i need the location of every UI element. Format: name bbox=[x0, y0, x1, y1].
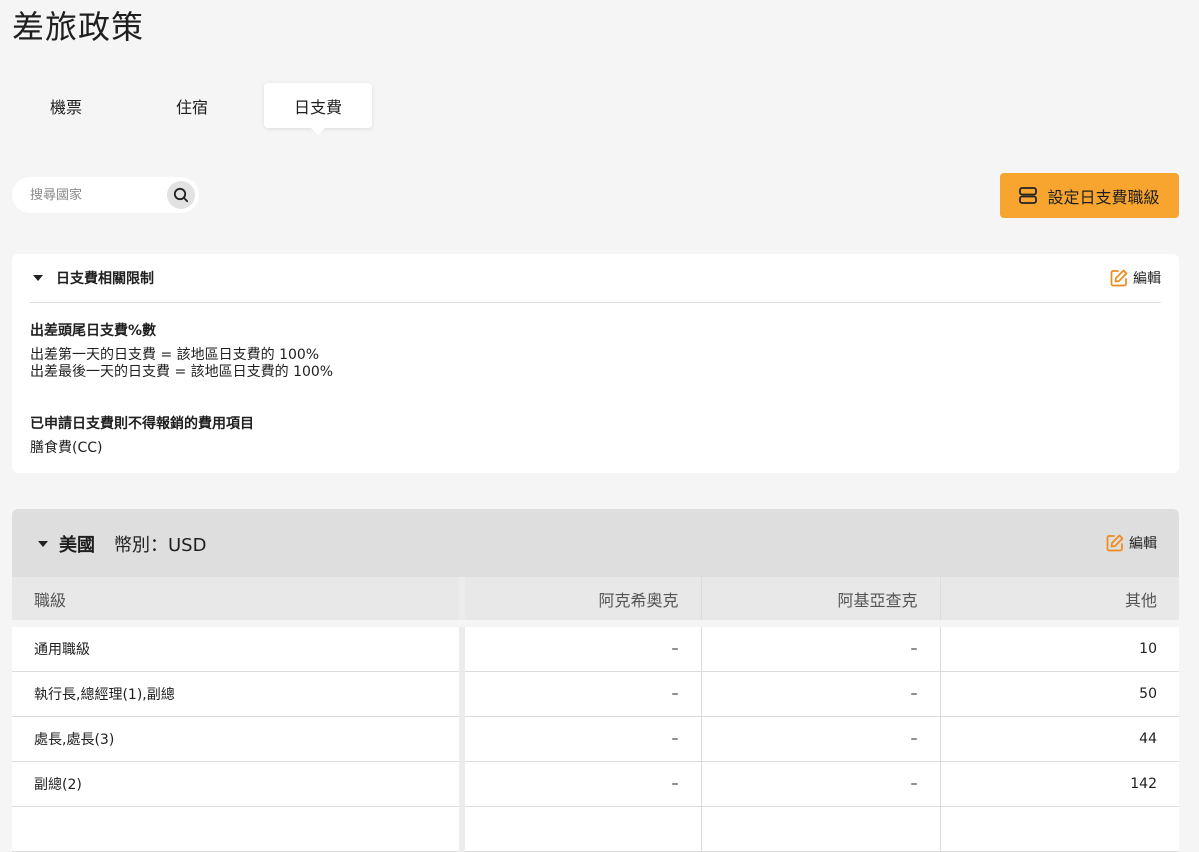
table-header-row: 職級 阿克希奧克 阿基亞查克 其他 bbox=[12, 577, 1179, 620]
per-diem-table: 職級 阿克希奧克 阿基亞查克 其他 通用職級 – – 10 執行長,總經理(1)… bbox=[12, 577, 1179, 852]
edit-icon bbox=[1106, 534, 1124, 552]
per-diem-limits-card: 日支費相關限制 編輯 出差頭尾日支費%數 出差第一天的日支費 = 該地區日支費的… bbox=[12, 254, 1179, 473]
section-title: 已申請日支費則不得報銷的費用項目 bbox=[30, 416, 254, 432]
amount-cell: 50 bbox=[939, 671, 1179, 717]
tab-lodging[interactable]: 住宿 bbox=[138, 83, 246, 128]
tab-per-diem-label: 日支費 bbox=[293, 97, 342, 117]
table-row: 副總(2) – – 142 bbox=[12, 761, 1179, 807]
limits-card-title: 日支費相關限制 bbox=[56, 271, 154, 287]
country-search bbox=[12, 177, 199, 213]
amount-cell: 142 bbox=[939, 761, 1179, 807]
search-icon bbox=[173, 187, 189, 203]
section-line: 膳食費(CC) bbox=[30, 440, 103, 456]
country-edit-label: 編輯 bbox=[1129, 536, 1157, 552]
table-row bbox=[12, 806, 1179, 852]
table-row: 通用職級 – – 10 bbox=[12, 627, 1179, 672]
caret-down-icon[interactable] bbox=[37, 540, 49, 548]
limits-card-header[interactable]: 日支費相關限制 編輯 bbox=[30, 254, 1161, 303]
amount-cell: – bbox=[700, 627, 940, 672]
amount-cell: – bbox=[461, 761, 701, 807]
country-edit-button[interactable]: 編輯 bbox=[1106, 533, 1157, 553]
limits-edit-label: 編輯 bbox=[1133, 271, 1161, 287]
grade-cell: 處長,處長(3) bbox=[12, 716, 465, 762]
amount-cell: – bbox=[700, 761, 940, 807]
grade-cell: 執行長,總經理(1),副總 bbox=[12, 671, 465, 717]
amount-cell: – bbox=[461, 627, 701, 672]
tab-flights-label: 機票 bbox=[49, 97, 82, 117]
grade-cell: 通用職級 bbox=[12, 627, 465, 672]
search-input[interactable] bbox=[12, 177, 162, 213]
country-currency: 幣別：USD bbox=[114, 535, 207, 556]
set-per-diem-grade-button[interactable]: 設定日支費職級 bbox=[1000, 173, 1179, 218]
server-icon bbox=[1019, 187, 1038, 204]
table-row: 執行長,總經理(1),副總 – – 50 bbox=[12, 671, 1179, 717]
table-row: 處長,處長(3) – – 44 bbox=[12, 716, 1179, 762]
country-header[interactable]: 美國 幣別：USD 編輯 bbox=[12, 509, 1179, 577]
set-per-diem-grade-label: 設定日支費職級 bbox=[1047, 187, 1160, 207]
amount-cell: – bbox=[461, 671, 701, 717]
column-header-other: 其他 bbox=[939, 577, 1179, 620]
amount-cell: 44 bbox=[939, 716, 1179, 762]
amount-cell: 10 bbox=[939, 627, 1179, 672]
country-section: 美國 幣別：USD 編輯 職級 阿克希奧克 阿基亞查克 其他 通用職級 – – … bbox=[12, 509, 1179, 852]
tab-bar: 機票 住宿 日支費 bbox=[12, 83, 390, 135]
column-header-grade: 職級 bbox=[12, 577, 465, 620]
amount-cell bbox=[461, 806, 701, 852]
edit-icon bbox=[1110, 269, 1128, 287]
section-line: 出差最後一天的日支費 = 該地區日支費的 100% bbox=[30, 364, 334, 380]
search-button[interactable] bbox=[167, 181, 195, 209]
column-header-akiachak: 阿基亞查克 bbox=[700, 577, 940, 620]
caret-down-icon[interactable] bbox=[32, 274, 44, 282]
amount-cell bbox=[939, 806, 1179, 852]
amount-cell: – bbox=[700, 716, 940, 762]
grade-cell: 副總(2) bbox=[12, 761, 465, 807]
tab-lodging-label: 住宿 bbox=[175, 97, 208, 117]
country-name: 美國 bbox=[59, 535, 95, 556]
tab-per-diem[interactable]: 日支費 bbox=[264, 83, 372, 135]
amount-cell: – bbox=[700, 671, 940, 717]
grade-cell bbox=[12, 806, 465, 852]
table-spacer bbox=[12, 620, 1179, 627]
amount-cell bbox=[700, 806, 940, 852]
page-title: 差旅政策 bbox=[12, 8, 145, 46]
amount-cell: – bbox=[461, 716, 701, 762]
tab-flights[interactable]: 機票 bbox=[12, 83, 120, 128]
column-header-akhiok: 阿克希奧克 bbox=[461, 577, 701, 620]
limits-edit-button[interactable]: 編輯 bbox=[1110, 268, 1161, 288]
section-title: 出差頭尾日支費%數 bbox=[30, 323, 157, 339]
